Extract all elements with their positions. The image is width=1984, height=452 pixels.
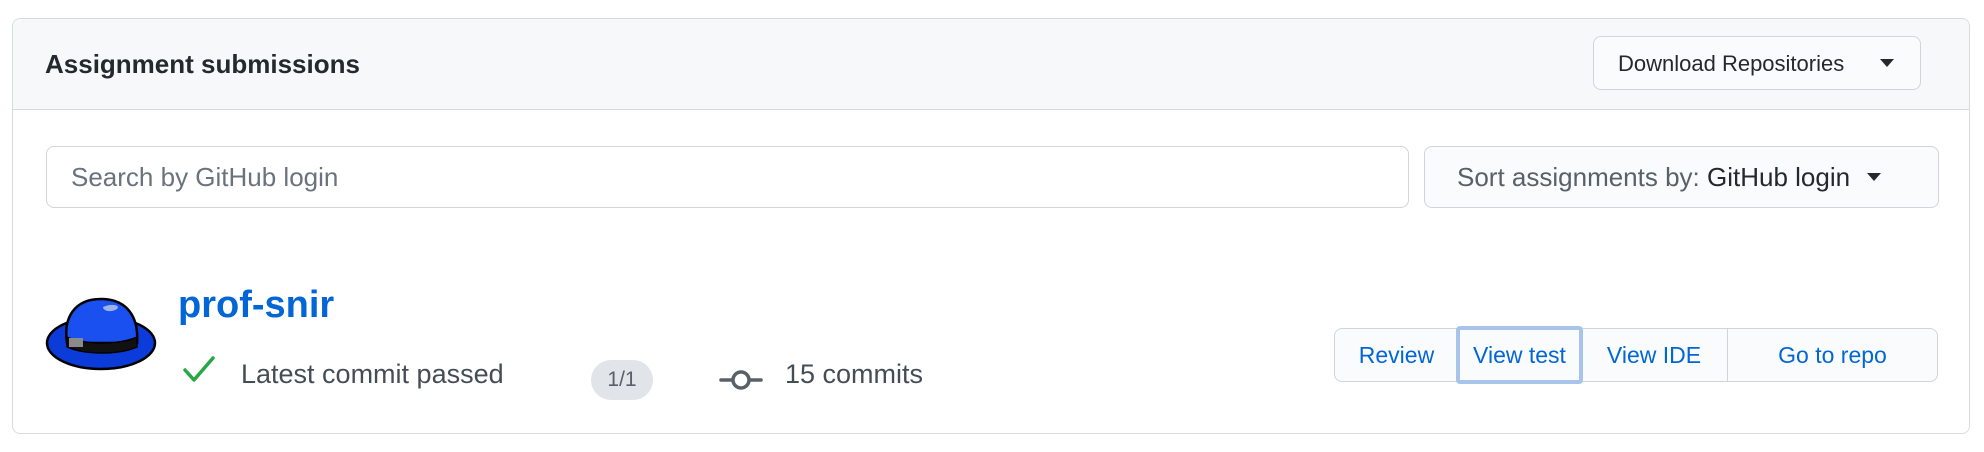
review-button[interactable]: Review — [1335, 329, 1459, 381]
download-repositories-label: Download Repositories — [1618, 50, 1845, 76]
view-test-button[interactable]: View test — [1456, 326, 1583, 384]
view-ide-button[interactable]: View IDE — [1581, 329, 1728, 381]
sort-dropdown-button[interactable]: Sort assignments by: GitHub login — [1424, 146, 1939, 208]
git-commit-icon — [719, 370, 763, 390]
username-link[interactable]: prof-snir — [178, 284, 334, 327]
fedora-hat-avatar-icon[interactable] — [45, 291, 157, 373]
check-icon — [183, 356, 215, 382]
go-to-repo-button[interactable]: Go to repo — [1728, 329, 1937, 381]
caret-down-icon — [1867, 173, 1882, 182]
score-badge: 1/1 — [591, 360, 653, 400]
sort-value-label: GitHub login — [1707, 161, 1851, 192]
caret-down-icon — [1880, 59, 1894, 67]
panel-header: Assignment submissions Download Reposito… — [13, 19, 1969, 110]
panel-title: Assignment submissions — [45, 49, 360, 79]
assignment-submissions-panel: Assignment submissions Download Reposito… — [12, 18, 1970, 434]
download-repositories-button[interactable]: Download Repositories — [1593, 36, 1921, 90]
status-text: Latest commit passed — [241, 359, 504, 389]
commits-count: 15 commits — [785, 359, 924, 389]
submission-actions: Review View test View IDE Go to repo — [1334, 326, 1938, 384]
sort-prefix-label: Sort assignments by: — [1457, 161, 1700, 192]
search-input[interactable] — [46, 146, 1409, 208]
